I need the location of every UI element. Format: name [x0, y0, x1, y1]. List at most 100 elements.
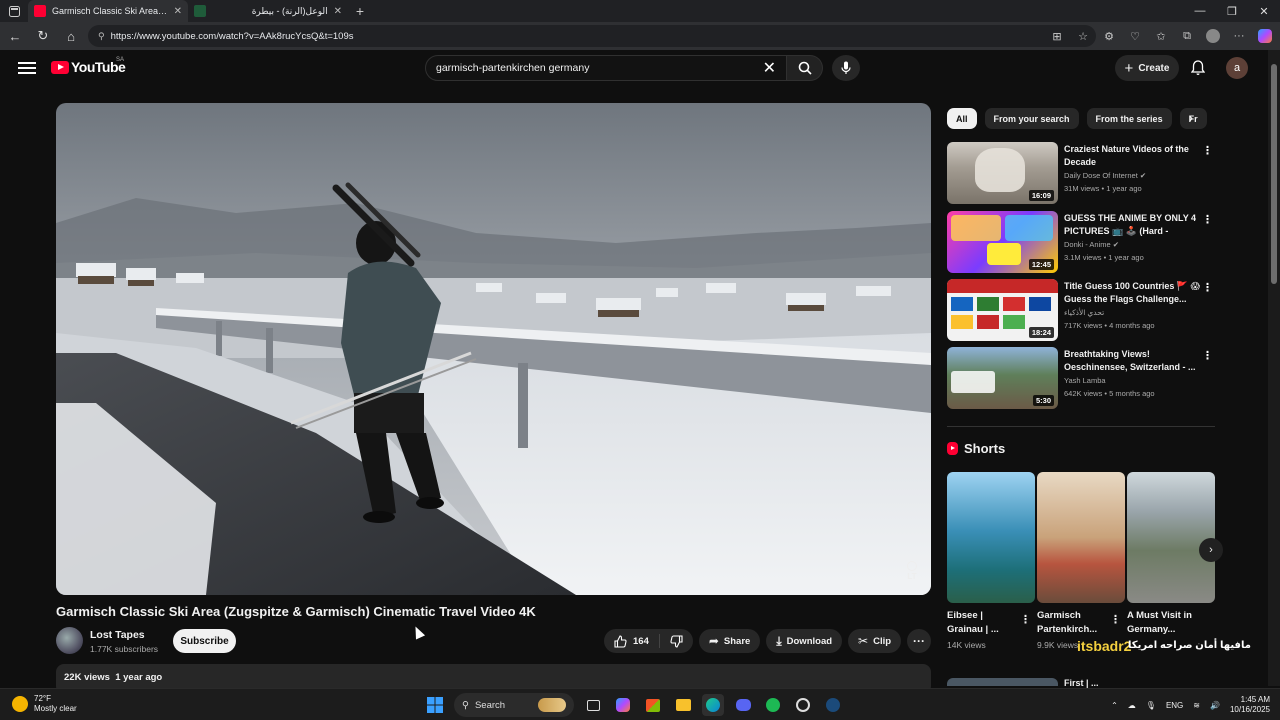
refresh-icon[interactable]: ↻ — [32, 25, 54, 47]
app-icon[interactable] — [792, 694, 814, 716]
chevron-right-icon[interactable]: › — [1189, 111, 1193, 125]
edge-browser-icon[interactable] — [702, 694, 724, 716]
cloud-icon[interactable]: ☁ — [1128, 701, 1136, 710]
store-icon[interactable] — [642, 694, 664, 716]
more-options-icon[interactable]: ⋮ — [1110, 613, 1121, 626]
favorites-icon[interactable]: ✩ — [1152, 25, 1170, 47]
short-title[interactable]: A Must Visit in Germany... — [1127, 609, 1199, 637]
new-tab-icon[interactable]: + — [348, 0, 372, 22]
extensions-icon[interactable]: ⚙ — [1100, 25, 1118, 47]
dislike-button[interactable] — [660, 629, 693, 653]
video-title[interactable]: Craziest Nature Videos of the Decade — [1064, 143, 1200, 169]
search-input[interactable]: garmisch-partenkirchen germany ✕ — [425, 55, 787, 81]
home-icon[interactable]: ⌂ — [60, 25, 82, 47]
windows-start-icon[interactable] — [424, 694, 446, 716]
account-avatar[interactable]: a — [1226, 57, 1248, 79]
collections-icon[interactable]: ⧉ — [1178, 25, 1196, 47]
wifi-icon[interactable]: ≋ — [1193, 701, 1200, 710]
discord-icon[interactable] — [732, 694, 754, 716]
spotify-icon[interactable] — [762, 694, 784, 716]
browser-tab-youtube[interactable]: Garmisch Classic Ski Area (Zugspi ✕ — [28, 0, 188, 22]
recommended-video[interactable]: 16:09 Craziest Nature Videos of the Deca… — [947, 142, 1215, 204]
weather-widget[interactable]: 72°F Mostly clear — [12, 694, 77, 714]
shorts-next-chevron-icon[interactable]: › — [1199, 538, 1223, 562]
taskbar-search[interactable]: ⚲ Search — [454, 693, 574, 717]
video-thumbnail[interactable]: 5:30 — [947, 347, 1058, 409]
video-thumbnail[interactable]: 16:09 — [947, 142, 1058, 204]
short-thumbnail[interactable] — [1127, 472, 1215, 603]
app-available-icon[interactable]: ⊞ — [1048, 25, 1066, 47]
browser-essentials-icon[interactable]: ♡ — [1126, 25, 1144, 47]
video-title[interactable]: First | ... — [1064, 678, 1099, 688]
recommended-video[interactable]: 18:24 Title Guess 100 Countries 🚩 😱 Gues… — [947, 279, 1215, 341]
channel-name[interactable]: تحدي الأذكياء — [1064, 308, 1104, 317]
voice-search-button[interactable] — [832, 55, 860, 81]
video-title[interactable]: GUESS THE ANIME BY ONLY 4 PICTURES 📺 🕹️ … — [1064, 212, 1200, 238]
video-player[interactable]: LT — [56, 103, 931, 595]
language-indicator[interactable]: ENG — [1166, 701, 1183, 710]
steam-icon[interactable] — [822, 694, 844, 716]
create-button[interactable]: + Create — [1115, 55, 1179, 81]
copilot-icon[interactable] — [1256, 25, 1274, 47]
more-options-icon[interactable]: ··· — [1230, 25, 1248, 47]
more-options-icon[interactable]: ⋮ — [1202, 144, 1213, 157]
channel-name[interactable]: Daily Dose Of Internet ✔ — [1064, 171, 1146, 180]
show-hidden-icons-icon[interactable]: ⌃ — [1111, 701, 1118, 710]
like-button[interactable]: 164 — [604, 629, 659, 653]
more-actions-icon[interactable]: ··· — [907, 629, 932, 653]
short-title[interactable]: Garmisch Partenkirch... — [1037, 609, 1109, 637]
profile-icon[interactable] — [1204, 25, 1222, 47]
channel-name[interactable]: Lost Tapes — [90, 629, 145, 641]
channel-name[interactable]: Donki - Anime ✔ — [1064, 240, 1119, 249]
page-scrollbar[interactable] — [1268, 50, 1280, 686]
clear-search-icon[interactable]: ✕ — [763, 58, 776, 78]
more-options-icon[interactable]: ⋮ — [1202, 281, 1213, 294]
short-thumbnail[interactable] — [947, 472, 1035, 603]
more-options-icon[interactable]: ⋮ — [1202, 213, 1213, 226]
channel-name[interactable]: Yash Lamba — [1064, 376, 1106, 385]
recommended-video[interactable]: 12:45 GUESS THE ANIME BY ONLY 4 PICTURES… — [947, 211, 1215, 273]
minimize-icon[interactable]: — — [1184, 0, 1216, 22]
menu-icon[interactable] — [18, 59, 36, 75]
video-thumbnail[interactable]: 12:45 — [947, 211, 1058, 273]
back-icon[interactable]: ← — [4, 25, 26, 47]
download-button[interactable]: ⤓ Download — [766, 629, 843, 653]
scrollbar-thumb[interactable] — [1271, 64, 1277, 284]
window-menu-icon[interactable] — [0, 0, 28, 22]
recommended-video[interactable]: 5:30 Breathtaking Views! Oeschinensee, S… — [947, 347, 1215, 409]
video-thumbnail[interactable] — [947, 678, 1058, 686]
more-options-icon[interactable]: ⋮ — [1202, 349, 1213, 362]
chip-all[interactable]: All — [947, 108, 977, 129]
clip-button[interactable]: ✂ Clip — [848, 629, 902, 653]
search-button[interactable] — [787, 55, 823, 81]
close-window-icon[interactable]: ✕ — [1248, 0, 1280, 22]
favorite-star-icon[interactable]: ☆ — [1074, 25, 1092, 47]
mic-tray-icon[interactable]: 🎙 — [1146, 701, 1156, 710]
file-explorer-icon[interactable] — [672, 694, 694, 716]
short-thumbnail[interactable] — [1037, 472, 1125, 603]
youtube-logo[interactable]: YouTube SA — [51, 57, 126, 75]
short-item[interactable]: Garmisch Partenkirch... 9.9K views ⋮ — [1037, 472, 1125, 650]
site-info-icon[interactable]: ⚲ — [98, 31, 105, 42]
tab-close-icon[interactable]: ✕ — [334, 6, 342, 17]
video-title[interactable]: Title Guess 100 Countries 🚩 😱 Guess the … — [1064, 280, 1200, 306]
video-title[interactable]: Breathtaking Views! Oeschinensee, Switze… — [1064, 348, 1200, 374]
url-field[interactable]: ⚲ https://www.youtube.com/watch?v=AAk8ru… — [88, 25, 1096, 47]
more-options-icon[interactable]: ⋮ — [1020, 613, 1031, 626]
video-thumbnail[interactable]: 18:24 — [947, 279, 1058, 341]
volume-icon[interactable]: 🔊 — [1210, 701, 1220, 710]
maximize-icon[interactable]: ❐ — [1216, 0, 1248, 22]
short-title[interactable]: Eibsee | Grainau | ... — [947, 609, 1019, 637]
chip-from-the-series[interactable]: From the series — [1086, 108, 1172, 129]
task-view-icon[interactable] — [582, 694, 604, 716]
copilot-app-icon[interactable] — [612, 694, 634, 716]
chip-from-your-search[interactable]: From your search — [984, 108, 1079, 129]
chip-partial[interactable]: Fr — [1179, 108, 1207, 129]
subscribe-button[interactable]: Subscribe — [173, 629, 236, 653]
channel-avatar[interactable] — [56, 627, 83, 654]
share-button[interactable]: ➦ Share — [698, 629, 761, 653]
notifications-bell-icon[interactable] — [1188, 58, 1208, 78]
tab-close-icon[interactable]: ✕ — [174, 6, 182, 17]
browser-tab-second[interactable]: الوعل(الرنة) - بيطرة ✕ — [188, 0, 348, 22]
clock[interactable]: 1:45 AM 10/16/2025 — [1230, 695, 1270, 715]
